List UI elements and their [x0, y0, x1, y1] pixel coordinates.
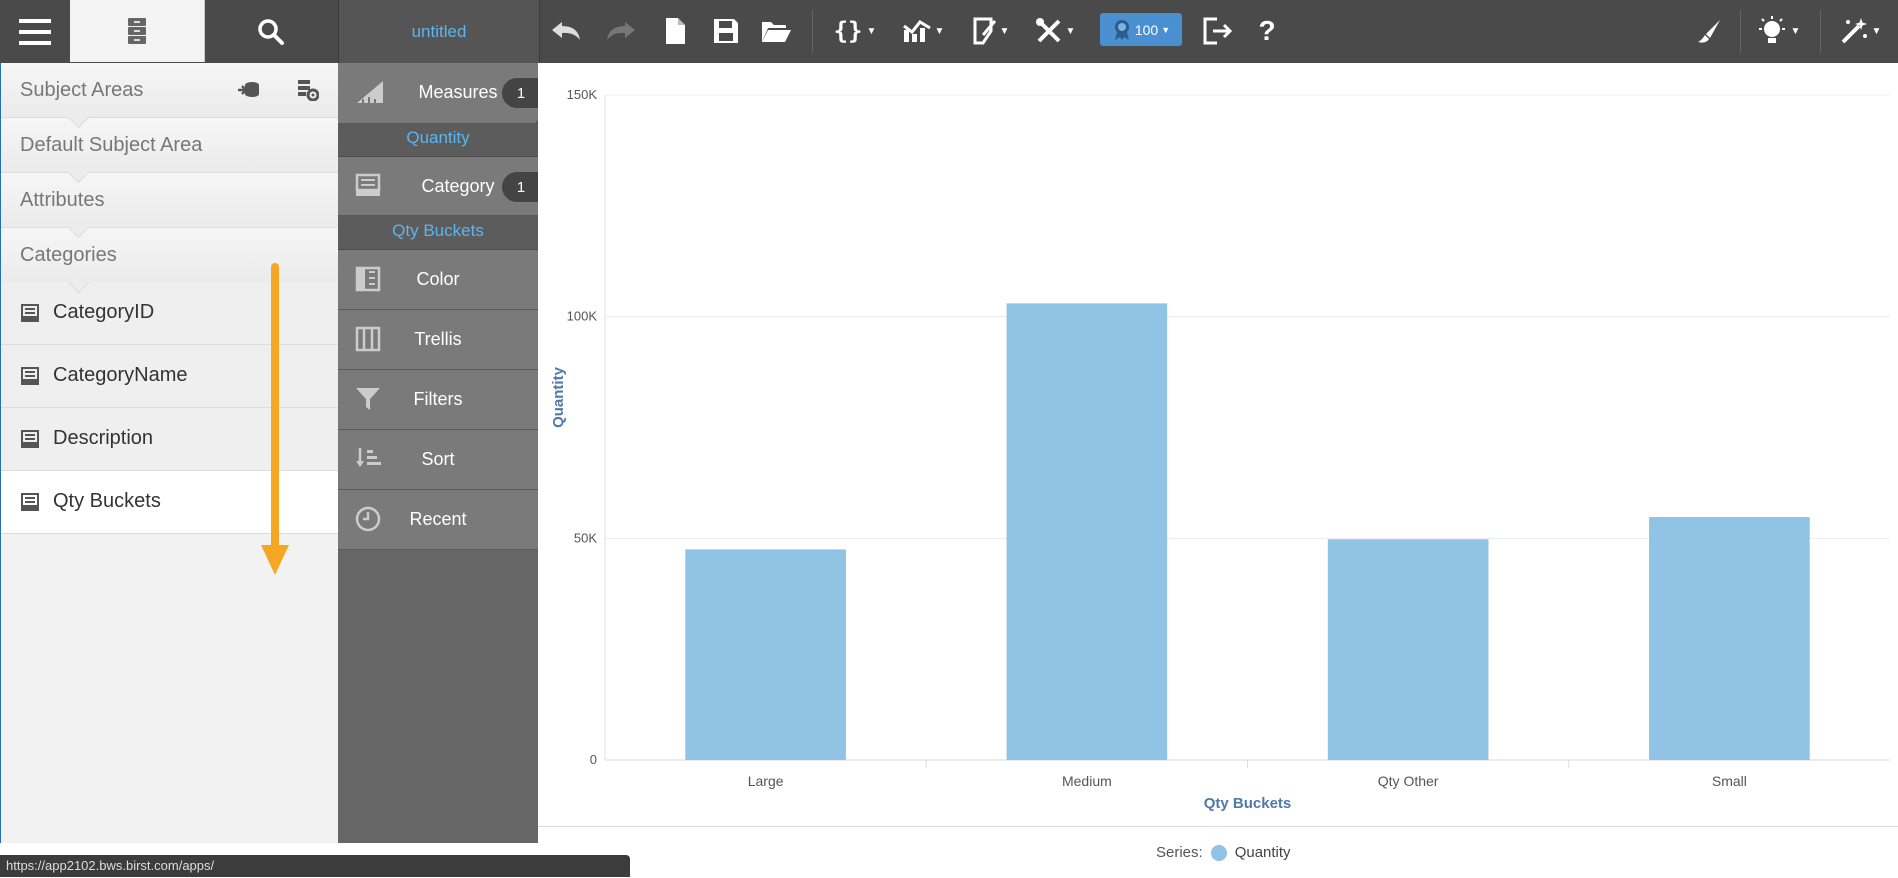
lightbulb-icon[interactable]: ▼: [1750, 14, 1806, 48]
measures-section[interactable]: Measures 1: [338, 63, 540, 124]
legend-label[interactable]: Quantity: [1235, 844, 1291, 861]
attribute-label: Qty Buckets: [53, 490, 161, 512]
report-title-tab[interactable]: untitled: [338, 0, 540, 63]
recent-label: Recent: [409, 509, 467, 529]
format-icon[interactable]: ▼: [966, 14, 1016, 48]
sort-section[interactable]: Sort: [338, 430, 538, 490]
y-axis-title: Quantity: [550, 366, 567, 427]
category-item-label: Qty Buckets: [392, 221, 484, 240]
magic-wand-icon[interactable]: ▼: [1832, 14, 1888, 48]
settings-icon[interactable]: [297, 79, 319, 101]
attribute-icon: [21, 430, 39, 448]
bar-chart: 0 50K 100K 150K Large Medium Qty Other Small Qty…: [550, 87, 1890, 812]
search-icon: [258, 18, 284, 45]
status-url: https://app2102.bws.birst.com/apps/: [6, 858, 215, 873]
sort-label: Sort: [421, 449, 455, 469]
breadcrumb-label: Attributes: [20, 189, 105, 211]
color-label: Color: [416, 269, 460, 289]
category-count: 1: [502, 172, 540, 202]
breadcrumb-label: Subject Areas: [20, 79, 144, 101]
chart-legend: Series: Quantity: [1156, 844, 1291, 861]
x-axis-title: Qty Buckets: [1204, 795, 1292, 812]
new-file-icon[interactable]: [660, 14, 690, 48]
breadcrumb-default-subject-area[interactable]: Default Subject Area: [1, 118, 339, 173]
breadcrumb-subject-areas[interactable]: Subject Areas: [1, 63, 339, 118]
menu-icon[interactable]: [0, 0, 70, 63]
undo-icon[interactable]: [548, 14, 584, 48]
y-tick-label: 100K: [567, 309, 598, 324]
attribute-label: Description: [53, 427, 154, 449]
attribute-label: CategoryID: [53, 301, 155, 323]
status-bar: https://app2102.bws.birst.com/apps/: [0, 855, 630, 877]
award-icon: [1114, 19, 1129, 40]
chart-type-icon[interactable]: ▼: [898, 14, 948, 48]
tools-icon[interactable]: ▼: [1030, 14, 1080, 48]
filters-section[interactable]: Filters: [338, 370, 538, 430]
attribute-icon: [21, 367, 39, 385]
y-tick-label: 0: [590, 752, 597, 767]
visualization-panel: Measures 1 Quantity Category 1 Qty Bucke…: [338, 63, 540, 843]
top-toolbar: untitled {} ▼ ▼ ▼ ▼ 100 ▼ ? ▼ ▼: [0, 0, 1898, 63]
x-tick-label: Qty Other: [1378, 773, 1439, 789]
trellis-section[interactable]: Trellis: [338, 310, 538, 370]
bar: [1649, 517, 1810, 760]
measure-item-quantity[interactable]: Quantity: [338, 123, 538, 157]
breadcrumb-label: Categories: [20, 244, 117, 266]
redo-icon[interactable]: [603, 14, 639, 48]
help-icon[interactable]: ?: [1252, 14, 1282, 48]
chart-area: 0 50K 100K 150K Large Medium Qty Other Small Qty…: [538, 63, 1898, 825]
recent-section[interactable]: Recent: [338, 490, 538, 550]
measures-count: 1: [502, 78, 540, 108]
paint-brush-icon[interactable]: [1692, 14, 1726, 48]
row-limit-badge[interactable]: 100 ▼: [1100, 13, 1182, 46]
search-tab[interactable]: [204, 0, 338, 63]
subject-area-tab[interactable]: [70, 0, 205, 62]
database-icon: [128, 18, 146, 44]
color-section[interactable]: Color: [338, 250, 538, 310]
save-icon[interactable]: [710, 14, 742, 48]
attribute-icon: [21, 493, 39, 511]
bar: [1006, 303, 1168, 760]
expressions-icon[interactable]: {} ▼: [830, 14, 880, 48]
subject-area-panel: Subject Areas Default Subject Area Attri…: [0, 63, 339, 843]
x-tick-label: Small: [1712, 773, 1747, 789]
bar: [1327, 539, 1489, 760]
category-section[interactable]: Category 1: [338, 157, 540, 216]
legend-prefix: Series:: [1156, 844, 1203, 861]
x-tick-label: Large: [748, 773, 784, 789]
breadcrumb-attributes[interactable]: Attributes: [1, 173, 339, 228]
row-limit-value: 100: [1134, 21, 1159, 38]
breadcrumb-label: Default Subject Area: [20, 134, 203, 156]
attribute-icon: [21, 304, 39, 322]
y-tick-label: 150K: [567, 87, 598, 102]
attribute-label: CategoryName: [53, 364, 188, 386]
trellis-label: Trellis: [414, 329, 462, 349]
filters-label: Filters: [413, 389, 463, 409]
chart-legend-bar: Series: Quantity: [538, 826, 1898, 878]
x-tick-label: Medium: [1062, 773, 1112, 789]
category-item-qty-buckets[interactable]: Qty Buckets: [338, 216, 538, 250]
report-title: untitled: [411, 21, 467, 41]
import-icon[interactable]: [237, 80, 261, 100]
y-tick-label: 50K: [574, 530, 597, 545]
measure-item-label: Quantity: [406, 128, 470, 147]
open-folder-icon[interactable]: [758, 14, 794, 48]
export-icon[interactable]: [1200, 14, 1236, 48]
legend-swatch[interactable]: [1210, 844, 1227, 861]
bar: [685, 549, 846, 760]
drag-arrow-indicator: [261, 263, 289, 575]
